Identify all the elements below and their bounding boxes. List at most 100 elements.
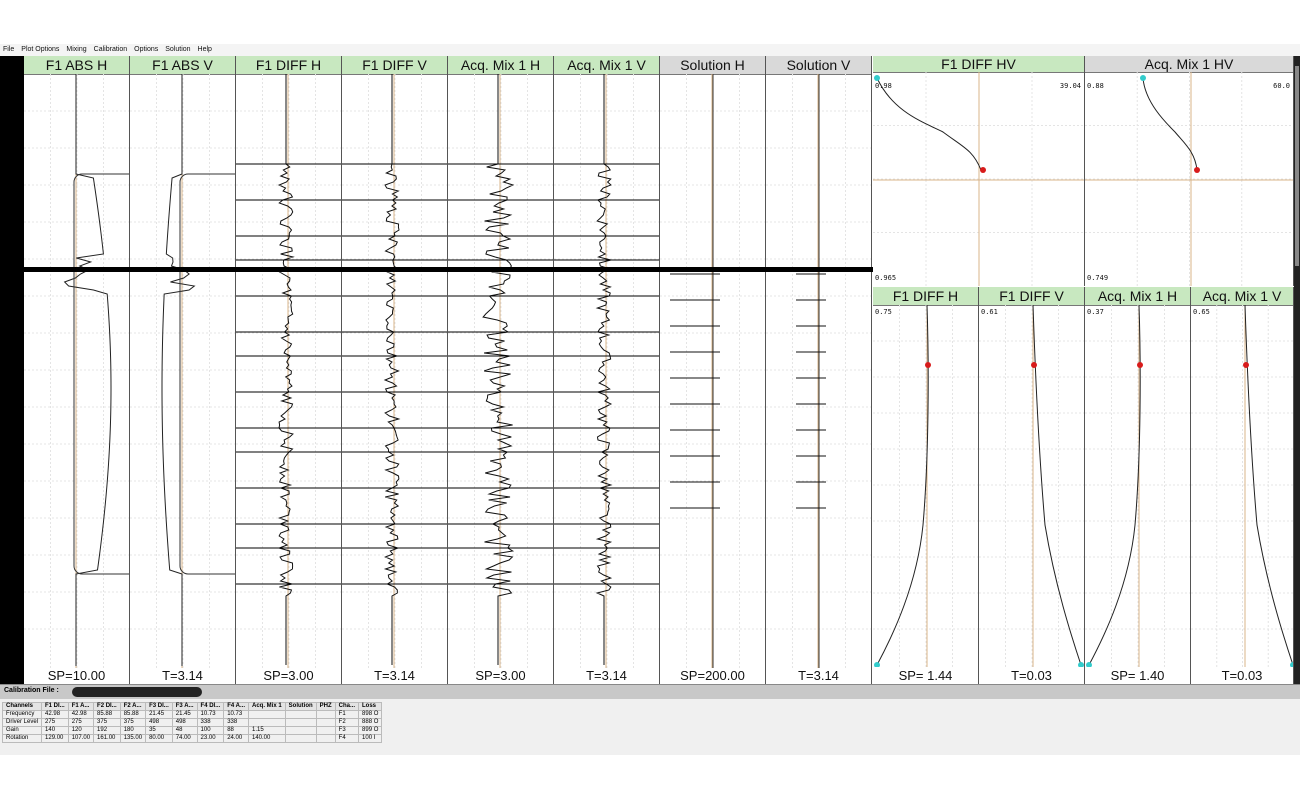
vertical-plot-title[interactable]: Acq. Mix 1 H xyxy=(1085,287,1190,306)
strip-title[interactable]: Solution H xyxy=(660,56,765,75)
table-cell[interactable]: 107.00 xyxy=(67,734,95,743)
column-header[interactable]: PHZ xyxy=(315,702,336,711)
table-cell[interactable] xyxy=(284,710,317,719)
table-cell[interactable]: 275 xyxy=(41,718,69,727)
table-cell[interactable]: F4 xyxy=(334,734,360,743)
depth-cursor[interactable] xyxy=(24,267,873,272)
table-cell[interactable]: 338 xyxy=(196,718,225,727)
table-cell[interactable] xyxy=(247,710,286,719)
lissajous-plot-1[interactable]: Acq. Mix 1 HV 0.88 60.0 0.749 xyxy=(1085,56,1294,286)
table-cell[interactable]: 498 xyxy=(145,718,173,727)
lissajous-title[interactable]: Acq. Mix 1 HV xyxy=(1085,56,1293,73)
table-cell[interactable]: 338 xyxy=(223,718,249,727)
column-header[interactable]: Loss xyxy=(358,702,383,711)
table-cell[interactable]: F3 xyxy=(334,726,360,735)
strip-1[interactable]: F1 ABS V T=3.14 xyxy=(130,56,236,684)
table-cell[interactable]: 498 xyxy=(171,718,198,727)
table-cell[interactable]: 375 xyxy=(119,718,147,727)
table-cell[interactable]: 10.73 xyxy=(223,710,249,719)
table-cell[interactable]: 74.00 xyxy=(171,734,198,743)
table-cell[interactable]: 899 O xyxy=(358,726,383,735)
table-row[interactable]: Gain 140 120 192 180 35 48 100 88 1.15 F3 899 O xyxy=(1,726,383,735)
column-header[interactable]: F3 DI... xyxy=(145,702,173,711)
strip-title[interactable]: Acq. Mix 1 V xyxy=(554,56,659,75)
table-cell[interactable] xyxy=(315,734,336,743)
table-cell[interactable]: 80.00 xyxy=(145,734,173,743)
vertical-plot-2[interactable]: Acq. Mix 1 H 0.37 SP= 1.40 xyxy=(1085,287,1191,684)
table-cell[interactable] xyxy=(315,726,336,735)
table-cell[interactable]: 23.00 xyxy=(196,734,225,743)
table-cell[interactable]: 85.88 xyxy=(119,710,147,719)
table-cell[interactable] xyxy=(315,710,336,719)
vertical-plot-0[interactable]: F1 DIFF H 0.75 SP= 1.44 xyxy=(873,287,979,684)
menu-item-plot-options[interactable]: Plot Options xyxy=(21,46,59,53)
table-cell[interactable] xyxy=(284,718,317,727)
column-header[interactable]: F3 A... xyxy=(171,702,198,711)
table-cell[interactable]: 192 xyxy=(93,726,121,735)
table-cell[interactable]: F1 xyxy=(334,710,360,719)
table-cell[interactable]: 140 xyxy=(41,726,69,735)
table-cell[interactable]: 24.00 xyxy=(223,734,249,743)
table-cell[interactable]: 888 O xyxy=(358,718,383,727)
column-header[interactable]: F1 A... xyxy=(67,702,95,711)
menu-item-calibration[interactable]: Calibration xyxy=(94,46,127,53)
strip-title[interactable]: F1 ABS H xyxy=(24,56,129,75)
strip-title[interactable]: F1 ABS V xyxy=(130,56,235,75)
strip-5[interactable]: Acq. Mix 1 V T=3.14 xyxy=(554,56,660,684)
menu-item-help[interactable]: Help xyxy=(198,46,212,53)
table-cell[interactable]: 35 xyxy=(145,726,173,735)
table-cell[interactable]: 161.00 xyxy=(93,734,121,743)
lissajous-title[interactable]: F1 DIFF HV xyxy=(873,56,1084,73)
table-row[interactable]: Frequency 42.98 42.98 85.88 85.88 21.45 21.45 1… xyxy=(1,710,383,719)
strip-2[interactable]: F1 DIFF H SP=3.00 xyxy=(236,56,342,684)
vertical-scrollbar[interactable] xyxy=(1294,56,1300,684)
scrollbar-thumb[interactable] xyxy=(1295,66,1299,266)
column-header[interactable]: Cha... xyxy=(334,702,360,711)
table-cell[interactable] xyxy=(315,718,336,727)
table-cell[interactable]: 21.45 xyxy=(171,710,198,719)
column-header[interactable]: Solution xyxy=(284,702,317,711)
column-header[interactable]: F2 DI... xyxy=(93,702,121,711)
column-header[interactable]: F4 DI... xyxy=(196,702,225,711)
strip-6[interactable]: Solution H SP=200.00 xyxy=(660,56,766,684)
table-cell[interactable] xyxy=(284,734,317,743)
vertical-plot-3[interactable]: Acq. Mix 1 V 0.65 T=0.03 xyxy=(1191,287,1294,684)
table-cell[interactable]: 898 O xyxy=(358,710,383,719)
table-row[interactable]: Driver Level 275 275 375 375 498 498 338 338 F2 88… xyxy=(1,718,383,727)
column-header[interactable]: Channels xyxy=(1,702,43,711)
vertical-plot-title[interactable]: F1 DIFF H xyxy=(873,287,978,306)
column-header[interactable]: F4 A... xyxy=(223,702,249,711)
strip-3[interactable]: F1 DIFF V T=3.14 xyxy=(342,56,448,684)
column-header[interactable]: F1 DI... xyxy=(41,702,69,711)
table-cell[interactable]: 100 I xyxy=(358,734,383,743)
table-cell[interactable]: 375 xyxy=(93,718,121,727)
menu-item-solution[interactable]: Solution xyxy=(165,46,190,53)
strip-title[interactable]: Acq. Mix 1 H xyxy=(448,56,553,75)
table-cell[interactable]: 140.00 xyxy=(247,734,286,743)
vertical-plot-1[interactable]: F1 DIFF V 0.61 T=0.03 xyxy=(979,287,1085,684)
table-cell[interactable]: 1.15 xyxy=(247,726,286,735)
table-cell[interactable]: 275 xyxy=(67,718,95,727)
menu-item-file[interactable]: File xyxy=(3,46,14,53)
strip-7[interactable]: Solution V T=3.14 xyxy=(766,56,872,684)
table-cell[interactable] xyxy=(247,718,286,727)
table-row[interactable]: Rotation 129.00 107.00 161.00 135.00 80.00 74.… xyxy=(1,734,383,743)
table-cell[interactable]: 129.00 xyxy=(41,734,69,743)
menu-item-mixing[interactable]: Mixing xyxy=(66,46,86,53)
column-header[interactable]: Acq. Mix 1 xyxy=(247,702,286,711)
strip-title[interactable]: Solution V xyxy=(766,56,871,75)
table-cell[interactable]: 88 xyxy=(223,726,249,735)
table-cell[interactable]: 100 xyxy=(196,726,225,735)
calibration-file-selector[interactable] xyxy=(72,687,202,697)
vertical-plot-title[interactable]: F1 DIFF V xyxy=(979,287,1084,306)
strip-0[interactable]: F1 ABS H SP=10.00 xyxy=(24,56,130,684)
strip-4[interactable]: Acq. Mix 1 H SP=3.00 xyxy=(448,56,554,684)
table-cell[interactable]: 10.73 xyxy=(196,710,225,719)
table-cell[interactable]: 120 xyxy=(67,726,95,735)
table-cell[interactable]: F2 xyxy=(334,718,360,727)
column-header[interactable]: F2 A... xyxy=(119,702,147,711)
table-cell[interactable]: 21.45 xyxy=(145,710,173,719)
table-cell[interactable]: 85.88 xyxy=(93,710,121,719)
lissajous-plot-0[interactable]: F1 DIFF HV 0.98 39.04 0.965 xyxy=(873,56,1085,286)
table-cell[interactable]: 135.00 xyxy=(119,734,147,743)
